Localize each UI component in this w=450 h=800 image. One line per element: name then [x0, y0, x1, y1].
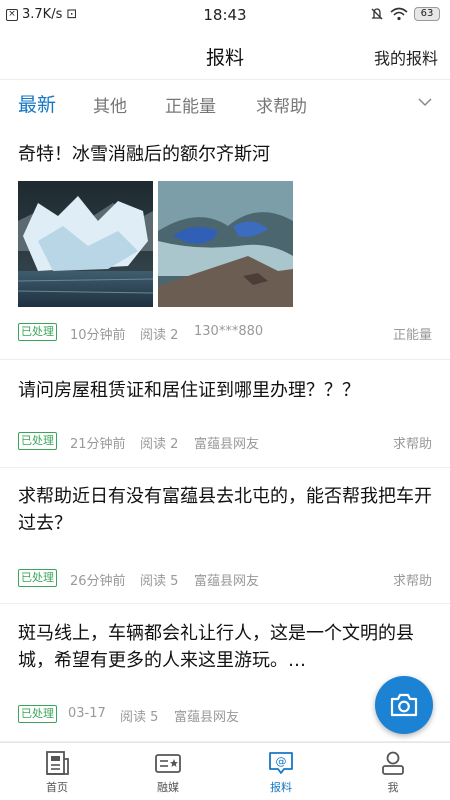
nav-label: 融媒	[157, 781, 179, 794]
svg-text:@: @	[276, 755, 287, 768]
post-time: 21分钟前	[70, 437, 126, 452]
post-author: 130***880	[194, 324, 264, 339]
post-category: 求帮助	[392, 574, 432, 589]
nav-label: 我	[387, 781, 399, 794]
list-item[interactable]: 奇特！冰雪消融后的额尔齐斯河 已处理 10分钟前 阅读 2 130***880 …	[0, 124, 450, 360]
tab-latest[interactable]: 最新	[18, 90, 56, 117]
post-title: 奇特！冰雪消融后的额尔齐斯河	[18, 144, 270, 165]
post-reads: 阅读 2	[140, 437, 179, 452]
chevron-down-icon[interactable]	[418, 95, 432, 109]
list-item[interactable]: 求帮助近日有没有富蕴县去北屯的，能否帮我把车开过去？ 已处理 26分钟前 阅读 …	[0, 468, 450, 604]
tab-positive-energy[interactable]: 正能量	[165, 92, 216, 117]
nav-home[interactable]: 首页	[17, 749, 97, 795]
status-bar: × 3.7K/s ⊡ 18:43 63	[0, 0, 450, 30]
post-image[interactable]	[158, 181, 293, 307]
post-meta: 已处理 26分钟前 阅读 5 富蕴县网友 求帮助	[18, 569, 432, 589]
post-time: 26分钟前	[70, 574, 126, 589]
post-author: 富蕴县网友	[194, 437, 260, 452]
nav-label: 首页	[46, 781, 68, 794]
post-category: 求帮助	[392, 437, 432, 452]
nav-media[interactable]: 融媒	[128, 749, 208, 795]
wifi-icon	[390, 7, 408, 21]
post-title: 斑马线上，车辆都会礼让行人，这是一个文明的县城，希望有更多的人来这里游玩。…	[18, 623, 414, 671]
status-badge: 已处理	[18, 705, 57, 723]
post-image[interactable]	[18, 181, 153, 307]
post-meta: 已处理 03-17 阅读 5 富蕴县网友	[18, 705, 432, 725]
post-reads: 阅读 2	[140, 328, 179, 343]
my-reports-link[interactable]: 我的报料	[374, 45, 438, 69]
post-category: 正能量	[392, 328, 432, 343]
list-item[interactable]: 请问房屋租赁证和居住证到哪里办理？？？ 已处理 21分钟前 阅读 2 富蕴县网友…	[0, 360, 450, 468]
report-chat-icon: @	[269, 752, 293, 774]
bottom-nav: 首页 融媒 @ 报料 我	[0, 742, 450, 800]
post-reads: 阅读 5	[120, 710, 159, 725]
status-badge: 已处理	[18, 569, 57, 587]
post-time: 10分钟前	[70, 328, 126, 343]
camera-icon	[390, 693, 418, 717]
post-meta: 已处理 10分钟前 阅读 2 130***880 正能量	[18, 323, 432, 343]
post-meta: 已处理 21分钟前 阅读 2 富蕴县网友 求帮助	[18, 432, 432, 452]
post-time: 03-17	[68, 706, 106, 721]
tab-other[interactable]: 其他	[93, 92, 127, 117]
media-card-icon	[155, 754, 181, 773]
title-bar: 报料 我的报料	[0, 30, 450, 80]
post-author: 富蕴县网友	[174, 710, 240, 725]
nav-me[interactable]: 我	[353, 749, 433, 795]
post-title: 请问房屋租赁证和居住证到哪里办理？？？	[18, 380, 360, 401]
post-reads: 阅读 5	[140, 574, 179, 589]
status-right: 63	[370, 7, 440, 21]
news-icon	[46, 751, 69, 775]
post-title: 求帮助近日有没有富蕴县去北屯的，能否帮我把车开过去？	[18, 486, 432, 534]
category-tabs: 最新 其他 正能量 求帮助	[0, 82, 450, 124]
nav-report[interactable]: @ 报料	[241, 749, 321, 795]
nav-label: 报料	[270, 781, 292, 794]
user-icon	[382, 751, 404, 775]
status-badge: 已处理	[18, 323, 57, 341]
camera-button[interactable]	[375, 676, 433, 734]
post-author: 富蕴县网友	[194, 574, 260, 589]
mute-icon	[371, 8, 383, 20]
battery-icon: 63	[414, 7, 440, 21]
status-badge: 已处理	[18, 432, 57, 450]
tab-ask-help[interactable]: 求帮助	[256, 92, 307, 117]
